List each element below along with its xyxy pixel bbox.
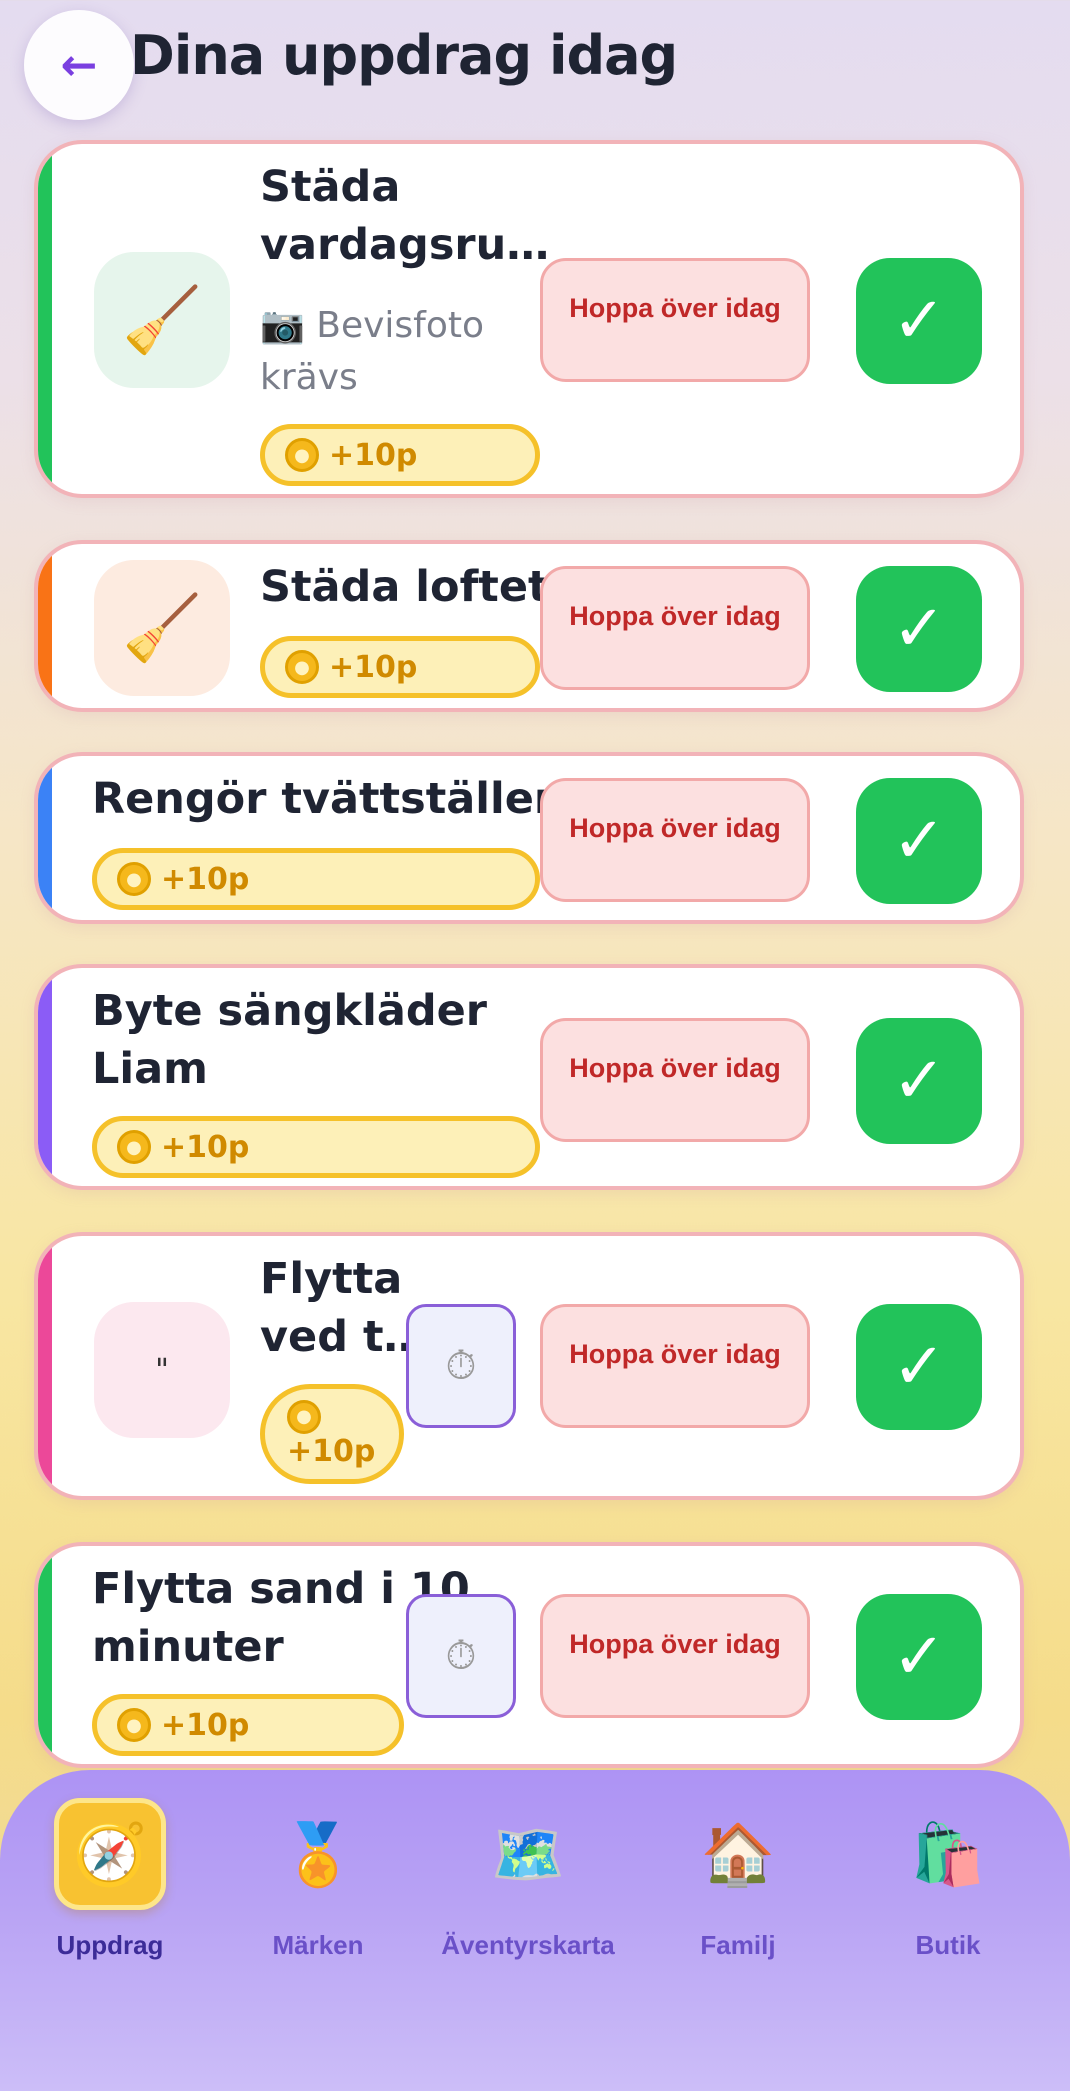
skip-today-button[interactable]: Hoppa över idag bbox=[540, 1018, 810, 1142]
task-title: Städa loftet bbox=[260, 562, 549, 612]
task-title: Byte sängkläder Liam bbox=[92, 986, 487, 1094]
task-title: Rengör tvättställen bbox=[92, 774, 565, 824]
complete-button[interactable]: ✓ bbox=[856, 778, 982, 904]
checkmark-icon: ✓ bbox=[892, 804, 946, 878]
complete-button[interactable]: ✓ bbox=[856, 258, 982, 384]
coin-icon: ● bbox=[117, 1130, 151, 1164]
task-color-stripe bbox=[38, 968, 52, 1186]
coin-icon: ● bbox=[285, 650, 319, 684]
task-card[interactable]: " Flytta ved t… ⏱ ● +10p Hoppa över idag … bbox=[34, 1232, 1024, 1500]
nav-label: Uppdrag bbox=[56, 1930, 164, 1960]
nav-item-familj[interactable]: 🏠 Familj bbox=[638, 1798, 838, 1961]
task-card[interactable]: Byte sängkläder Liam ● +10p Hoppa över id… bbox=[34, 964, 1024, 1190]
nav-label: Butik bbox=[915, 1930, 981, 1960]
task-card[interactable]: 🧹 Städa loftet ● +10p Hoppa över idag ✓ bbox=[34, 540, 1024, 712]
timer-icon[interactable]: ⏱ bbox=[406, 1304, 516, 1428]
arrow-left-icon: ← bbox=[60, 39, 98, 91]
task-color-stripe bbox=[38, 1546, 52, 1764]
bottom-navigation: 🧭 Uppdrag 🏅 Märken 🗺️ Äventyrskarta 🏠 Fa… bbox=[0, 1770, 1070, 2091]
broom-icon: 🧹 bbox=[94, 560, 230, 696]
proof-required-text: 📷 Bevisfoto krävs bbox=[260, 305, 485, 398]
coin-icon: ● bbox=[117, 1708, 151, 1742]
house-icon: 🏠 bbox=[700, 1819, 776, 1890]
complete-button[interactable]: ✓ bbox=[856, 1018, 982, 1144]
nav-item-aventyrskarta[interactable]: 🗺️ Äventyrskarta bbox=[428, 1798, 628, 1961]
points-badge: ● +10p bbox=[260, 636, 540, 698]
points-badge: ● +10p bbox=[92, 848, 540, 910]
points-badge: ● +10p bbox=[92, 1694, 404, 1756]
back-button[interactable]: ← bbox=[24, 10, 134, 120]
compass-icon: 🧭 bbox=[54, 1798, 166, 1910]
nav-label: Familj bbox=[700, 1930, 776, 1960]
medal-icon: 🏅 bbox=[280, 1819, 356, 1890]
task-title: Flytta ved t… bbox=[260, 1254, 427, 1362]
task-color-stripe bbox=[38, 144, 52, 494]
skip-today-button[interactable]: Hoppa över idag bbox=[540, 778, 810, 902]
complete-button[interactable]: ✓ bbox=[856, 1304, 982, 1430]
checkmark-icon: ✓ bbox=[892, 1330, 946, 1404]
timer-icon[interactable]: ⏱ bbox=[406, 1594, 516, 1718]
checkmark-icon: ✓ bbox=[892, 284, 946, 358]
task-card[interactable]: Rengör tvättställen ● +10p Hoppa över ida… bbox=[34, 752, 1024, 924]
skip-today-button[interactable]: Hoppa över idag bbox=[540, 1304, 810, 1428]
checkmark-icon: ✓ bbox=[892, 592, 946, 666]
nav-item-uppdrag[interactable]: 🧭 Uppdrag bbox=[10, 1798, 210, 1961]
task-card[interactable]: Flytta sand i 10 minuter ⏱ ● +10p Hoppa ö… bbox=[34, 1542, 1024, 1768]
nav-label: Märken bbox=[272, 1930, 364, 1960]
task-title: Städa vardagsru… bbox=[260, 162, 550, 270]
page-title: Dina uppdrag idag bbox=[130, 24, 678, 87]
coin-icon: ● bbox=[287, 1399, 321, 1434]
broom-icon: 🧹 bbox=[94, 252, 230, 388]
skip-today-button[interactable]: Hoppa över idag bbox=[540, 258, 810, 382]
complete-button[interactable]: ✓ bbox=[856, 1594, 982, 1720]
skip-today-button[interactable]: Hoppa över idag bbox=[540, 1594, 810, 1718]
nav-item-butik[interactable]: 🛍️ Butik bbox=[848, 1798, 1048, 1961]
points-badge: ● +10p bbox=[92, 1116, 540, 1178]
task-color-stripe bbox=[38, 544, 52, 708]
nav-item-marken[interactable]: 🏅 Märken bbox=[218, 1798, 418, 1961]
skip-today-button[interactable]: Hoppa över idag bbox=[540, 566, 810, 690]
task-color-stripe bbox=[38, 1236, 52, 1496]
checkmark-icon: ✓ bbox=[892, 1044, 946, 1118]
coin-icon: ● bbox=[285, 438, 319, 472]
task-color-stripe bbox=[38, 756, 52, 920]
points-badge: ● +10p bbox=[260, 424, 540, 486]
checkmark-icon: ✓ bbox=[892, 1620, 946, 1694]
task-card[interactable]: 🧹 Städa vardagsru… 📷 Bevisfoto krävs ● +1… bbox=[34, 140, 1024, 498]
complete-button[interactable]: ✓ bbox=[856, 566, 982, 692]
points-badge: ● +10p bbox=[260, 1384, 404, 1484]
coin-icon: ● bbox=[117, 862, 151, 896]
task-icon: " bbox=[94, 1302, 230, 1438]
nav-label: Äventyrskarta bbox=[441, 1930, 615, 1960]
map-icon: 🗺️ bbox=[490, 1819, 566, 1890]
shopping-bags-icon: 🛍️ bbox=[910, 1819, 986, 1890]
